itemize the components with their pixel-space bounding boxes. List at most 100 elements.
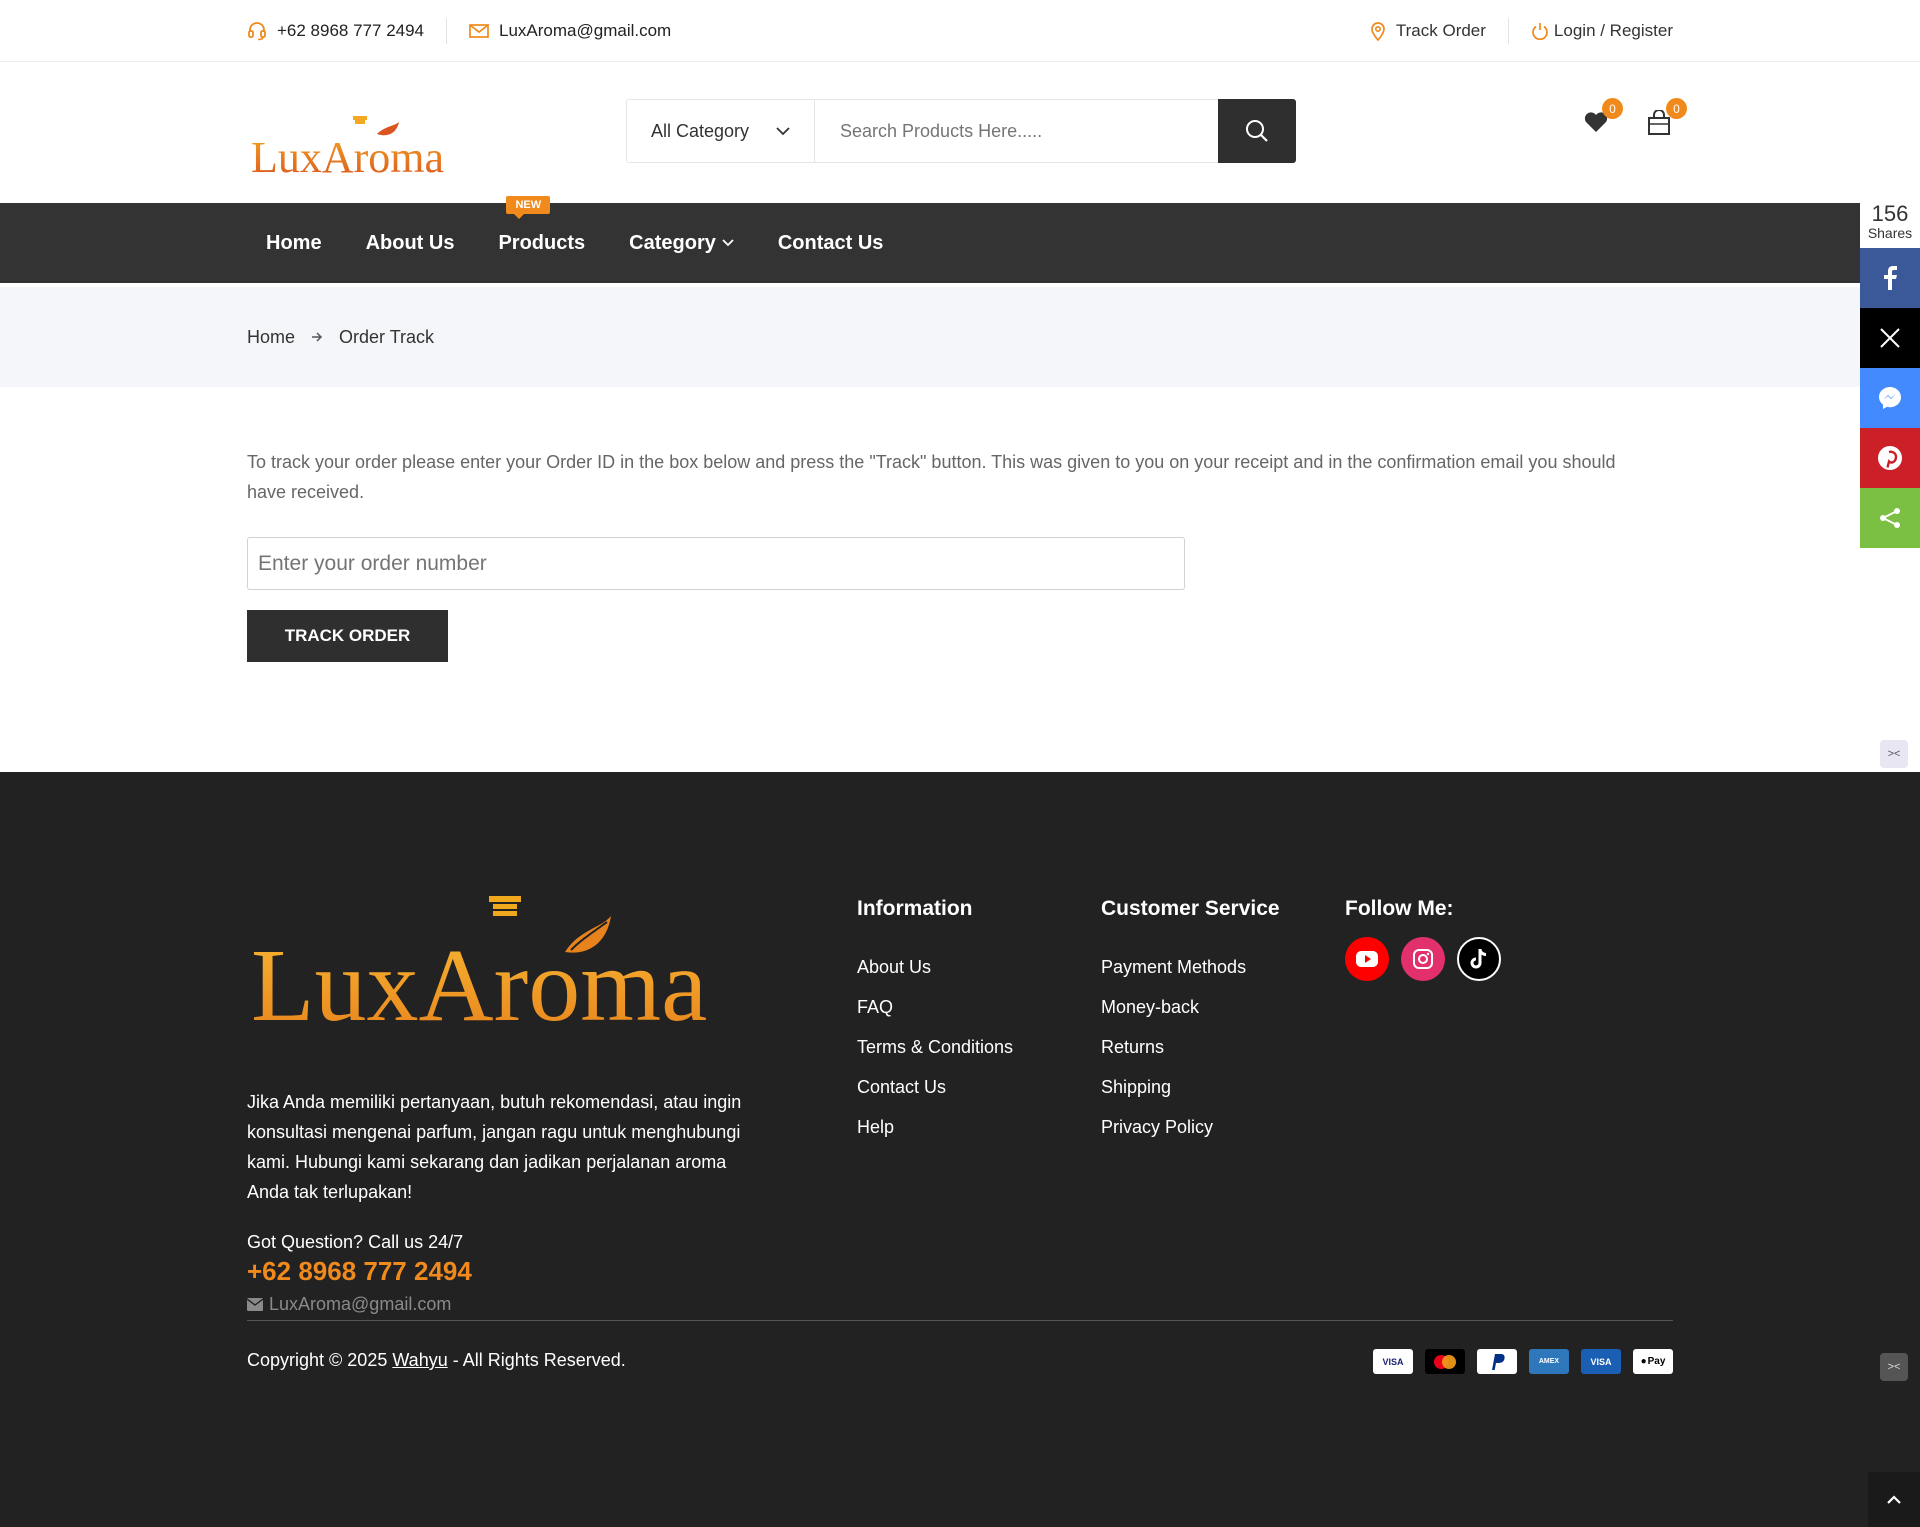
nav-item-home[interactable]: Home	[266, 232, 322, 255]
share-count-number: 156	[1871, 201, 1909, 226]
nav-item-label: Home	[266, 231, 322, 254]
order-number-input[interactable]	[247, 537, 1185, 590]
share-pinterest-button[interactable]	[1860, 428, 1920, 488]
footer-follow-title: Follow Me:	[1345, 897, 1454, 920]
visa-electron-icon: VISA	[1581, 1349, 1621, 1374]
header: LuxAroma All Category 0	[0, 62, 1920, 203]
topbar-email-text: LuxAroma@gmail.com	[499, 21, 672, 40]
nav-item-label: About Us	[365, 231, 455, 254]
footer-customer-service: Customer Service Payment Methods Money-b…	[1101, 897, 1280, 1157]
footer-link-contact-us[interactable]: Contact Us	[857, 1077, 946, 1097]
share-count: 156 Shares	[1860, 203, 1920, 248]
share-icon	[1878, 506, 1902, 530]
login-register-link[interactable]: Login / Register	[1531, 21, 1673, 41]
topbar-email[interactable]: LuxAroma@gmail.com	[469, 21, 671, 41]
page: +62 8968 777 2494 LuxAroma@gmail.com Tra…	[0, 0, 1920, 1527]
wishlist-count-badge: 0	[1602, 98, 1623, 119]
x-icon	[1879, 327, 1901, 349]
copyright-author-link[interactable]: Wahyu	[392, 1350, 447, 1370]
nav-item-contact-us[interactable]: Contact Us	[778, 232, 884, 255]
nav-item-label: Products	[498, 231, 586, 254]
copyright-prefix: Copyright © 2025	[247, 1350, 393, 1370]
tiktok-icon	[1468, 947, 1490, 971]
breadcrumb: Home Order Track	[0, 287, 1860, 387]
share-more-button[interactable]	[1860, 488, 1920, 548]
headset-icon	[247, 21, 267, 41]
nav-item-label: Category	[629, 231, 716, 254]
footer-link-faq[interactable]: FAQ	[857, 997, 893, 1017]
footer-email[interactable]: LuxAroma@gmail.com	[247, 1294, 451, 1315]
search-input[interactable]	[815, 100, 1218, 162]
share-x-button[interactable]	[1860, 308, 1920, 368]
apple-pay-icon: ● Pay	[1633, 1349, 1673, 1374]
footer-divider	[247, 1320, 1673, 1321]
track-order-link[interactable]: Track Order	[1370, 21, 1486, 41]
instagram-icon	[1412, 948, 1434, 970]
payment-methods: VISA AMEX VISA ● Pay	[1373, 1349, 1673, 1374]
footer-link-returns[interactable]: Returns	[1101, 1037, 1164, 1057]
chevron-down-icon	[722, 239, 734, 247]
nav-item-label: Contact Us	[777, 231, 884, 254]
search-icon	[1245, 119, 1269, 143]
footer-follow: Follow Me:	[1345, 897, 1501, 981]
topbar-phone[interactable]: +62 8968 777 2494	[247, 21, 424, 41]
share-sidebar: 156 Shares	[1860, 203, 1920, 548]
apple-pay-label: Pay	[1647, 1356, 1666, 1367]
footer-logo: LuxAroma	[247, 892, 757, 1043]
footer-customer-service-title: Customer Service	[1101, 897, 1280, 920]
breadcrumb-home[interactable]: Home	[247, 327, 295, 348]
nav-item-category[interactable]: Category	[629, 232, 734, 255]
track-order-label: Track Order	[1395, 21, 1486, 40]
footer-link-help[interactable]: Help	[857, 1117, 894, 1137]
divider	[1507, 18, 1509, 44]
svg-text:LuxAroma: LuxAroma	[251, 133, 444, 180]
footer-link-money-back[interactable]: Money-back	[1101, 997, 1199, 1017]
share-messenger-button[interactable]	[1860, 368, 1920, 428]
mastercard-icon	[1425, 1349, 1465, 1374]
footer-link-shipping[interactable]: Shipping	[1101, 1077, 1171, 1097]
category-select-label: All Category	[651, 120, 750, 141]
footer: LuxAroma Jika Anda memiliki pertanyaan, …	[0, 772, 1920, 1527]
login-register-label: Login / Register	[1553, 21, 1673, 40]
share-facebook-button[interactable]	[1860, 248, 1920, 308]
cart-count-badge: 0	[1666, 98, 1687, 119]
footer-link-privacy-policy[interactable]: Privacy Policy	[1101, 1117, 1213, 1137]
amex-icon: AMEX	[1529, 1349, 1569, 1374]
footer-link-terms[interactable]: Terms & Conditions	[857, 1037, 1013, 1057]
youtube-link[interactable]	[1345, 937, 1389, 981]
instagram-link[interactable]	[1401, 937, 1445, 981]
site-logo[interactable]: LuxAroma	[247, 110, 457, 182]
copyright-suffix: - All Rights Reserved.	[447, 1350, 626, 1370]
top-bar: +62 8968 777 2494 LuxAroma@gmail.com Tra…	[0, 0, 1920, 62]
search-button[interactable]	[1218, 99, 1296, 163]
copyright: Copyright © 2025 Wahyu - All Rights Rese…	[247, 1350, 626, 1371]
code-widget-icon[interactable]: ><	[1880, 740, 1908, 768]
tiktok-link[interactable]	[1457, 937, 1501, 981]
search-bar: All Category	[626, 99, 1296, 163]
footer-link-payment-methods[interactable]: Payment Methods	[1101, 957, 1246, 977]
back-to-top-button[interactable]	[1868, 1472, 1920, 1527]
code-widget-icon[interactable]: ><	[1880, 1353, 1908, 1381]
footer-email-text: LuxAroma@gmail.com	[269, 1294, 452, 1314]
track-order-button[interactable]: TRACK ORDER	[247, 610, 448, 662]
nav-item-products[interactable]: NEW Products	[498, 195, 586, 255]
pinterest-icon	[1877, 445, 1903, 471]
arrow-right-icon	[311, 331, 323, 343]
category-select[interactable]: All Category	[627, 100, 815, 162]
envelope-icon	[247, 1298, 263, 1311]
track-instructions: To track your order please enter your Or…	[247, 452, 1616, 502]
chevron-up-icon	[1887, 1495, 1901, 1504]
wishlist-button[interactable]: 0	[1583, 98, 1623, 136]
cart-button[interactable]: 0	[1647, 98, 1687, 136]
nav-item-about-us[interactable]: About Us	[366, 232, 455, 255]
map-pin-icon	[1370, 21, 1386, 41]
facebook-icon	[1883, 266, 1897, 290]
footer-information: Information About Us FAQ Terms & Conditi…	[857, 897, 1013, 1157]
share-count-label: Shares	[1867, 225, 1913, 241]
footer-phone[interactable]: +62 8968 777 2494	[247, 1256, 472, 1287]
footer-question: Got Question? Call us 24/7	[247, 1232, 464, 1252]
power-icon	[1531, 22, 1549, 40]
footer-description: Jika Anda memiliki pertanyaan, butuh rek…	[247, 1092, 742, 1202]
footer-link-about-us[interactable]: About Us	[857, 957, 931, 977]
divider	[446, 18, 448, 44]
